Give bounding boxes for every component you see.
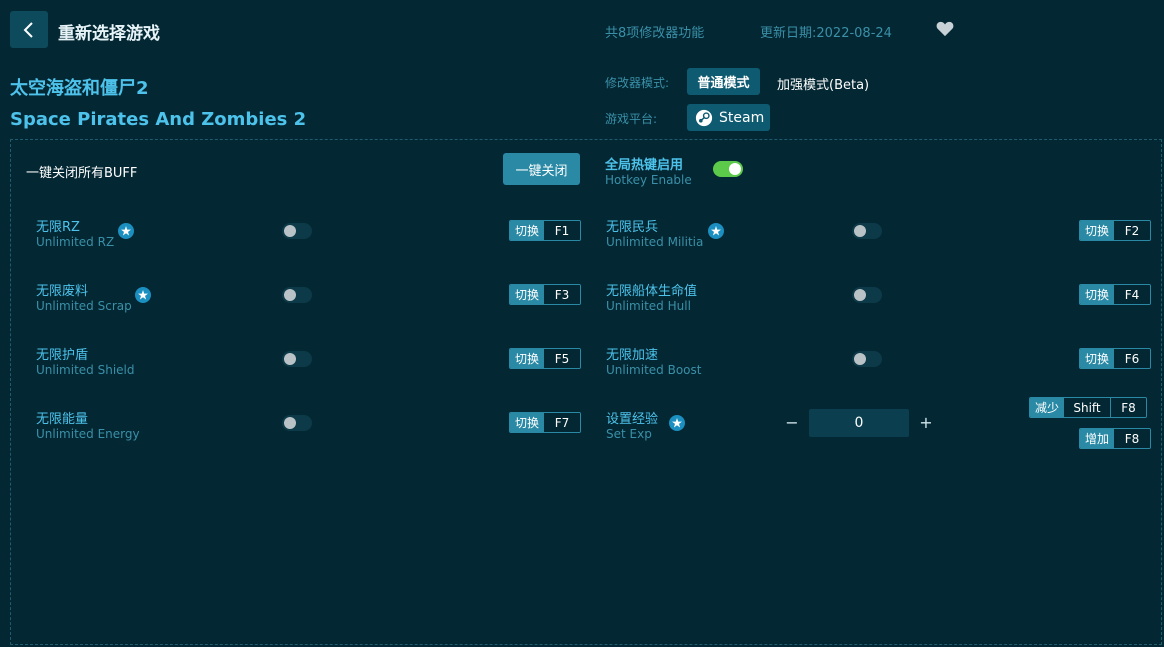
cheat-label-en: Unlimited Energy	[36, 427, 140, 441]
hotkey-key: F1	[544, 221, 580, 240]
hotkey-action: 切换	[1080, 221, 1114, 240]
exp-increase-button[interactable]: +	[918, 413, 934, 432]
platform-name: Steam	[719, 109, 765, 126]
hotkey-action: 切换	[510, 221, 544, 240]
back-button[interactable]	[10, 11, 48, 48]
exp-value-input[interactable]	[809, 409, 909, 437]
cheat-toggle-unlimited-scrap[interactable]	[282, 287, 312, 303]
hotkey-key: F6	[1114, 349, 1150, 368]
hotkey-action: 减少	[1030, 398, 1064, 417]
game-title-en: Space Pirates And Zombies 2	[10, 109, 307, 130]
hotkey-exp-decrease[interactable]: 减少 Shift F8	[1029, 397, 1147, 418]
hotkey-key: F2	[1114, 221, 1150, 240]
hotkey-action: 切换	[1080, 285, 1114, 304]
steam-icon	[695, 109, 713, 126]
star-icon	[135, 287, 151, 303]
hotkey-f2[interactable]: 切换 F2	[1079, 220, 1151, 241]
steam-platform-button[interactable]: Steam	[687, 104, 770, 131]
hotkey-f3[interactable]: 切换 F3	[509, 284, 581, 305]
hotkey-action: 切换	[1080, 349, 1114, 368]
cheat-toggle-unlimited-rz[interactable]	[282, 223, 312, 239]
cheat-toggle-unlimited-hull[interactable]	[852, 287, 882, 303]
app-window: 重新选择游戏 共8项修改器功能 更新日期:2022-08-24 太空海盗和僵尸2…	[0, 0, 1164, 647]
all-off-label: 一键关闭所有BUFF	[26, 166, 138, 181]
star-icon	[708, 223, 724, 239]
hotkey-action: 增加	[1080, 429, 1114, 448]
update-date: 更新日期:2022-08-24	[760, 26, 892, 41]
cheat-toggle-unlimited-boost[interactable]	[852, 351, 882, 367]
normal-mode-button[interactable]: 普通模式	[687, 68, 760, 95]
hotkey-key: F8	[1110, 398, 1146, 417]
cheat-label-cn: 无限加速	[606, 348, 659, 363]
feature-count: 共8项修改器功能	[605, 26, 705, 41]
cheat-toggle-unlimited-energy[interactable]	[282, 415, 312, 431]
hotkey-f5[interactable]: 切换 F5	[509, 348, 581, 369]
cheat-label-cn: 无限能量	[36, 412, 89, 427]
cheat-label-en: Unlimited Shield	[36, 363, 135, 377]
hotkey-key: F4	[1114, 285, 1150, 304]
hotkey-f1[interactable]: 切换 F1	[509, 220, 581, 241]
star-icon	[118, 223, 134, 239]
hotkey-key: F7	[544, 413, 580, 432]
hotkey-label-en: Hotkey Enable	[605, 173, 692, 187]
exp-decrease-button[interactable]: −	[784, 413, 800, 432]
platform-label: 游戏平台:	[605, 112, 658, 126]
hotkey-key: F3	[544, 285, 580, 304]
all-off-button[interactable]: 一键关闭	[503, 153, 580, 185]
mode-label: 修改器模式:	[605, 76, 670, 90]
game-title-cn: 太空海盗和僵尸2	[10, 78, 149, 99]
hotkey-modifier: Shift	[1064, 398, 1110, 417]
cheat-panel	[10, 139, 1162, 645]
cheat-label-cn: 无限废料	[36, 284, 89, 299]
hotkey-f6[interactable]: 切换 F6	[1079, 348, 1151, 369]
cheat-label-cn: 无限护盾	[36, 348, 89, 363]
star-icon	[669, 415, 685, 431]
set-exp-label-en: Set Exp	[606, 427, 652, 441]
hotkey-action: 切换	[510, 413, 544, 432]
hotkey-label-cn: 全局热键启用	[605, 158, 684, 173]
cheat-label-en: Unlimited RZ	[36, 235, 115, 249]
cheat-label-en: Unlimited Scrap	[36, 299, 132, 313]
cheat-label-en: Unlimited Militia	[606, 235, 704, 249]
hotkey-action: 切换	[510, 285, 544, 304]
heart-icon[interactable]	[936, 21, 954, 37]
cheat-toggle-unlimited-shield[interactable]	[282, 351, 312, 367]
hotkey-f4[interactable]: 切换 F4	[1079, 284, 1151, 305]
hotkey-f7[interactable]: 切换 F7	[509, 412, 581, 433]
enhanced-mode-button[interactable]: 加强模式(Beta)	[777, 74, 869, 93]
cheat-label-en: Unlimited Hull	[606, 299, 691, 313]
reselect-game-title[interactable]: 重新选择游戏	[58, 19, 160, 44]
cheat-label-cn: 无限民兵	[606, 220, 659, 235]
hotkey-enable-switch[interactable]	[713, 161, 743, 177]
hotkey-key: F5	[544, 349, 580, 368]
hotkey-key: F8	[1114, 429, 1150, 448]
cheat-label-cn: 无限船体生命值	[606, 284, 698, 299]
cheat-toggle-unlimited-militia[interactable]	[852, 223, 882, 239]
cheat-label-en: Unlimited Boost	[606, 363, 702, 377]
hotkey-exp-increase[interactable]: 增加 F8	[1079, 428, 1151, 449]
hotkey-action: 切换	[510, 349, 544, 368]
set-exp-label-cn: 设置经验	[606, 412, 659, 427]
chevron-left-icon	[23, 21, 33, 38]
cheat-label-cn: 无限RZ	[36, 220, 80, 235]
